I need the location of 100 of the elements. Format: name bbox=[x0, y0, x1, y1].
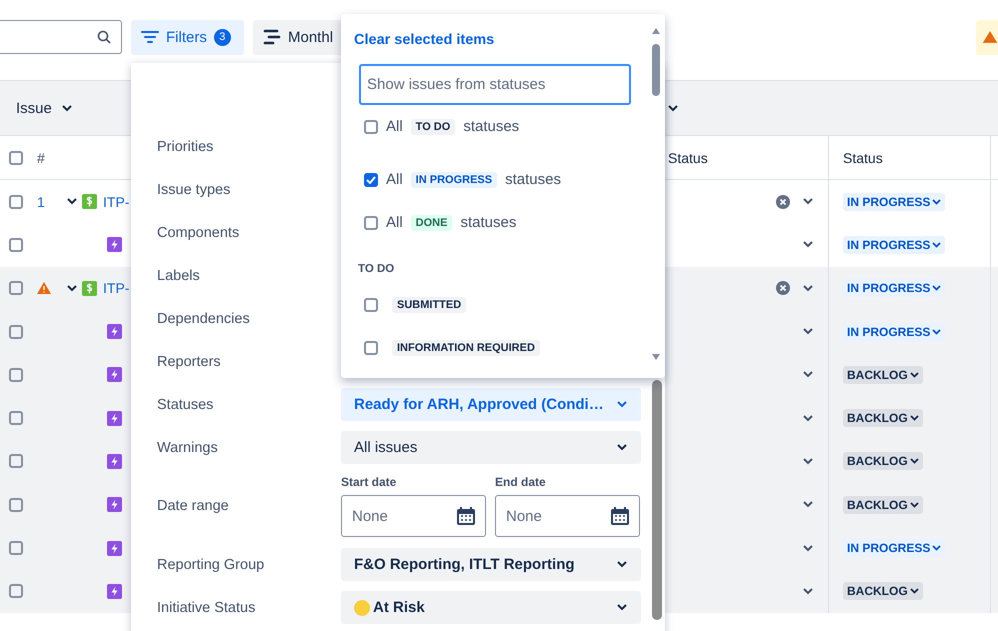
option-label: statuses bbox=[460, 214, 516, 231]
dollar-icon bbox=[82, 194, 97, 210]
chevron-icon bbox=[932, 328, 942, 335]
filter-select[interactable]: F&O Reporting, ITLT Reporting bbox=[341, 548, 641, 581]
warning-button[interactable] bbox=[976, 20, 998, 54]
row-number: 1 bbox=[37, 194, 45, 210]
checkbox[interactable] bbox=[364, 340, 378, 354]
date-field[interactable]: None bbox=[341, 495, 486, 537]
checkbox[interactable] bbox=[364, 172, 378, 186]
checkbox[interactable] bbox=[9, 541, 23, 556]
calendar-icon[interactable] bbox=[610, 506, 630, 526]
chevron-icon bbox=[617, 561, 627, 568]
status-lozenge[interactable]: BACKLOG bbox=[843, 582, 923, 600]
filter-select[interactable]: Ready for ARH, Approved (Condi… bbox=[341, 388, 641, 421]
filter-label: Warnings bbox=[157, 440, 219, 456]
date-field[interactable]: None bbox=[495, 495, 640, 537]
checkbox[interactable] bbox=[9, 584, 23, 598]
search-icon bbox=[97, 30, 111, 44]
checkbox[interactable] bbox=[9, 498, 23, 512]
lightning-icon bbox=[107, 410, 122, 426]
dollar-icon bbox=[82, 280, 97, 296]
column-header: Status bbox=[843, 150, 883, 166]
chevron-icon[interactable] bbox=[803, 198, 813, 206]
chevron-icon[interactable] bbox=[803, 544, 813, 552]
chevron-icon[interactable] bbox=[803, 328, 813, 336]
status-lozenge[interactable]: IN PROGRESS bbox=[843, 539, 946, 558]
option-label: All bbox=[386, 118, 403, 135]
option-label: statuses bbox=[463, 118, 520, 135]
checkbox[interactable] bbox=[9, 411, 23, 426]
lightning-icon bbox=[107, 454, 122, 469]
scrollbar[interactable] bbox=[652, 380, 662, 620]
checkbox[interactable] bbox=[9, 150, 23, 164]
clear-icon[interactable] bbox=[776, 194, 790, 209]
filter-label: Initiative Status bbox=[157, 600, 256, 616]
chevron-icon bbox=[932, 242, 942, 248]
checkbox[interactable] bbox=[364, 120, 378, 134]
issue-key-link[interactable]: ITP- bbox=[103, 280, 130, 296]
date-label: Start date bbox=[341, 475, 398, 489]
status-lozenge[interactable]: IN PROGRESS bbox=[843, 279, 946, 298]
checkbox[interactable] bbox=[9, 238, 23, 252]
option-label: All bbox=[386, 214, 403, 231]
filter-icon bbox=[141, 30, 159, 44]
checkbox[interactable] bbox=[9, 281, 23, 296]
checkbox[interactable] bbox=[9, 324, 23, 339]
chevron-icon[interactable] bbox=[803, 284, 813, 292]
filter-label: Date range bbox=[157, 498, 230, 514]
chevron-icon bbox=[910, 372, 919, 378]
filter-label: Issue types bbox=[157, 182, 232, 198]
status-lozenge: SUBMITTED bbox=[392, 296, 466, 312]
column-header: Status bbox=[668, 150, 708, 166]
lightning-icon bbox=[107, 497, 122, 512]
issue-dropdown[interactable]: Issue bbox=[10, 98, 78, 118]
chevron-icon[interactable] bbox=[803, 458, 813, 465]
chevron-icon bbox=[932, 545, 942, 552]
clear-icon[interactable] bbox=[776, 281, 790, 296]
filter-label: Priorities bbox=[157, 138, 214, 154]
status-lozenge[interactable]: BACKLOG bbox=[843, 366, 923, 384]
checkbox[interactable] bbox=[9, 194, 23, 209]
checkbox[interactable] bbox=[9, 454, 23, 468]
filters-button[interactable]: Filters 3 bbox=[131, 20, 244, 54]
issue-key-link[interactable]: ITP- bbox=[103, 194, 130, 210]
chevron-icon bbox=[617, 444, 627, 451]
chevron-icon[interactable] bbox=[803, 241, 813, 248]
calendar-icon[interactable] bbox=[456, 506, 476, 526]
chevron-icon bbox=[932, 285, 942, 292]
chevron-icon bbox=[62, 104, 72, 112]
lightning-icon bbox=[107, 367, 122, 382]
chevron-icon[interactable] bbox=[803, 371, 813, 378]
checkbox[interactable] bbox=[364, 298, 378, 312]
filter-label: Components bbox=[157, 224, 240, 240]
bars-icon bbox=[263, 29, 281, 45]
checkbox[interactable] bbox=[364, 216, 378, 230]
status-lozenge[interactable]: BACKLOG bbox=[843, 452, 923, 470]
status-lozenge[interactable]: IN PROGRESS bbox=[843, 236, 946, 254]
chevron-icon[interactable] bbox=[668, 105, 678, 112]
option-label: All bbox=[386, 171, 403, 188]
chevron-icon[interactable] bbox=[803, 588, 813, 595]
chevron-icon[interactable] bbox=[803, 414, 813, 422]
status-lozenge[interactable]: BACKLOG bbox=[843, 409, 923, 428]
search-field[interactable]: Show issues from statuses bbox=[359, 64, 631, 105]
option-label: statuses bbox=[505, 171, 561, 188]
chevron-icon[interactable] bbox=[67, 198, 77, 206]
chevron-icon[interactable] bbox=[803, 501, 813, 508]
chevron-icon bbox=[932, 198, 942, 205]
filter-select[interactable]: At Risk bbox=[341, 591, 641, 624]
search-field[interactable] bbox=[0, 20, 122, 54]
status-lozenge[interactable]: IN PROGRESS bbox=[843, 322, 946, 341]
chevron-icon[interactable] bbox=[67, 284, 77, 292]
lightning-icon bbox=[107, 584, 122, 599]
chevron-icon bbox=[910, 502, 919, 508]
section-heading: TO DO bbox=[358, 263, 394, 275]
chevron-icon bbox=[910, 588, 919, 594]
status-lozenge[interactable]: IN PROGRESS bbox=[843, 192, 946, 211]
status-lozenge: INFORMATION REQUIRED bbox=[392, 340, 540, 356]
column-header: # bbox=[37, 150, 45, 166]
filter-label: Statuses bbox=[157, 396, 214, 412]
lightning-icon bbox=[107, 540, 122, 556]
checkbox[interactable] bbox=[9, 368, 23, 382]
filter-select[interactable]: All issues bbox=[341, 431, 641, 464]
status-lozenge[interactable]: BACKLOG bbox=[843, 496, 923, 514]
